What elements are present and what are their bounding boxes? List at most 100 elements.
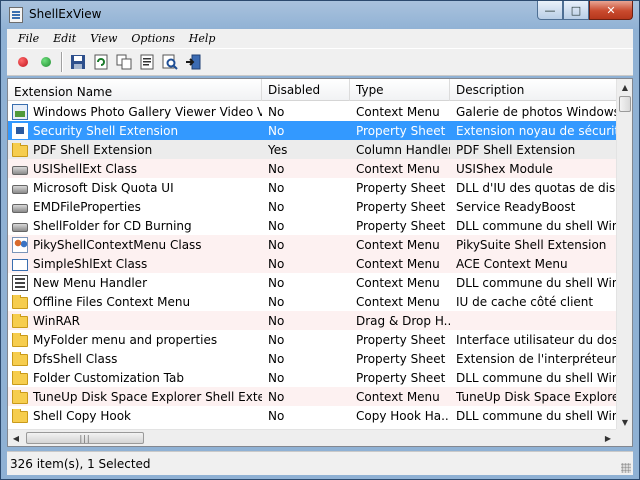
table-row[interactable]: Shell Copy Hook No Copy Hook Ha... DLL comm…	[8, 406, 618, 425]
folder-icon	[12, 332, 28, 347]
extension-name: Folder Customization Tab	[33, 370, 184, 385]
cell-disabled: No	[268, 218, 285, 233]
cell-description: DLL commune du shell Windo	[456, 275, 618, 290]
cell-description: Service ReadyBoost	[456, 199, 576, 214]
table-row[interactable]: Folder Customization Tab No Property Sheet…	[8, 368, 618, 387]
extension-name: SimpleShlExt Class	[33, 256, 148, 271]
table-row[interactable]: Microsoft Disk Quota UI No Property Sheet D…	[8, 178, 618, 197]
table-row[interactable]: USIShellExt Class No Context Menu USIShex M…	[8, 159, 618, 178]
table-row[interactable]: MyFolder menu and properties No Property S…	[8, 330, 618, 349]
cell-description: Extension de l'interpréteur de c	[456, 351, 618, 366]
enable-button[interactable]	[36, 52, 56, 72]
properties-icon	[140, 54, 154, 70]
table-row[interactable]: WinRAR No Drag & Drop H...	[8, 311, 618, 330]
blank-icon	[12, 258, 28, 271]
cell-disabled: No	[268, 351, 285, 366]
cell-type: Property Sheet	[356, 370, 446, 385]
table-row[interactable]: Offline Files Context Menu No Context Menu…	[8, 292, 618, 311]
cell-disabled: No	[268, 256, 285, 271]
cell-disabled: No	[268, 389, 285, 404]
menu-edit[interactable]: Edit	[46, 32, 83, 45]
cell-description: IU de cache côté client	[456, 294, 594, 309]
close-button[interactable]: ✕	[589, 1, 633, 20]
refresh-icon	[94, 54, 108, 70]
extension-name: Windows Photo Gallery Viewer Video Verbs	[33, 104, 262, 119]
properties-button[interactable]	[137, 52, 157, 72]
minimize-button[interactable]: —	[537, 1, 563, 20]
sel-page-icon	[12, 122, 28, 139]
extension-name: TuneUp Disk Space Explorer Shell Extensi…	[33, 389, 262, 404]
table-row[interactable]: PikyShellContextMenu Class No Context Menu…	[8, 235, 618, 254]
extension-name: EMDFileProperties	[33, 199, 141, 214]
extension-name: New Menu Handler	[33, 275, 147, 290]
refresh-button[interactable]	[91, 52, 111, 72]
menu-file[interactable]: File	[11, 32, 46, 45]
caption-buttons: — □ ✕	[537, 1, 633, 21]
column-header-disabled[interactable]: Disabled	[262, 79, 350, 101]
cell-type: Property Sheet	[356, 123, 446, 138]
table-row[interactable]: New Menu Handler No Context Menu DLL commun…	[8, 273, 618, 292]
scroll-left-arrow-icon[interactable]: ◀	[8, 430, 24, 446]
table-row[interactable]: Windows Photo Gallery Viewer Video Verbs…	[8, 102, 618, 121]
table-row[interactable]: PDF Shell Extension Yes Column Handler PDF …	[8, 140, 618, 159]
cell-disabled: No	[268, 123, 285, 138]
folder-icon	[12, 389, 28, 404]
exit-button[interactable]	[183, 52, 203, 72]
app-icon	[9, 7, 23, 23]
drive-icon	[12, 204, 28, 213]
copy-button[interactable]	[114, 52, 134, 72]
title-bar[interactable]: ShellExView — □ ✕	[1, 1, 639, 29]
menu-help[interactable]: Help	[182, 32, 223, 45]
cell-extension-name: SimpleShlExt Class	[8, 257, 262, 271]
cell-description: DLL commune du shell Windo	[456, 370, 618, 385]
table-row[interactable]: EMDFileProperties No Property Sheet Service…	[8, 197, 618, 216]
cell-description: DLL commune du shell Windo	[456, 218, 618, 233]
scroll-right-arrow-icon[interactable]: ▶	[600, 430, 616, 446]
cell-type: Context Menu	[356, 237, 440, 252]
cell-description: Interface utilisateur du dossier	[456, 332, 618, 347]
people-icon	[12, 236, 28, 253]
list-header: Extension Name Disabled Type Description	[8, 79, 618, 101]
cell-extension-name: Shell Copy Hook	[8, 408, 262, 423]
toolbar-separator	[61, 52, 63, 72]
copy-icon	[116, 54, 132, 70]
table-row[interactable]: TuneUp Disk Space Explorer Shell Extensi…	[8, 387, 618, 406]
disable-button[interactable]	[13, 52, 33, 72]
find-button[interactable]	[160, 52, 180, 72]
column-header-extension-name[interactable]: Extension Name	[8, 79, 262, 101]
exit-icon	[186, 54, 201, 70]
extensions-list[interactable]: Extension Name Disabled Type Description…	[7, 78, 633, 447]
extension-name: PikyShellContextMenu Class	[33, 237, 202, 252]
scroll-down-arrow-icon[interactable]: ▼	[617, 414, 632, 430]
extension-name: Microsoft Disk Quota UI	[33, 180, 174, 195]
app-window: ShellExView — □ ✕ File Edit View Options…	[0, 0, 640, 480]
maximize-button[interactable]: □	[563, 1, 589, 20]
horizontal-scrollbar[interactable]: ◀ ||| ▶	[8, 429, 616, 446]
cell-extension-name: Windows Photo Gallery Viewer Video Verbs	[8, 103, 262, 120]
table-row[interactable]: Security Shell Extension No Property Sheet…	[8, 121, 618, 140]
menu-view[interactable]: View	[83, 32, 124, 45]
vertical-scroll-thumb[interactable]	[619, 96, 631, 112]
column-header-type[interactable]: Type	[350, 79, 450, 101]
horizontal-scroll-thumb[interactable]: |||	[26, 432, 144, 444]
table-row[interactable]: DfsShell Class No Property Sheet Extension …	[8, 349, 618, 368]
column-header-description[interactable]: Description	[450, 79, 618, 101]
cell-description: PDF Shell Extension	[456, 142, 576, 157]
cell-extension-name: Microsoft Disk Quota UI	[8, 181, 262, 195]
cell-description: DLL d'IU des quotas de disque	[456, 180, 618, 195]
folder-icon	[12, 351, 28, 366]
enable-green-icon	[41, 57, 51, 67]
save-button[interactable]	[68, 52, 88, 72]
cell-type: Property Sheet	[356, 180, 446, 195]
cell-disabled: No	[268, 104, 285, 119]
menu-options[interactable]: Options	[124, 32, 181, 45]
scroll-up-arrow-icon[interactable]: ▲	[617, 79, 632, 95]
cell-type: Drag & Drop H...	[356, 313, 450, 328]
drive-icon	[12, 166, 28, 175]
folder-icon	[12, 294, 28, 309]
resize-grip-icon[interactable]	[621, 463, 631, 473]
table-row[interactable]: SimpleShlExt Class No Context Menu ACE Cont…	[8, 254, 618, 273]
cell-disabled: No	[268, 161, 285, 176]
table-row[interactable]: ShellFolder for CD Burning No Property She…	[8, 216, 618, 235]
vertical-scrollbar[interactable]: ▲ ▼	[616, 79, 632, 430]
